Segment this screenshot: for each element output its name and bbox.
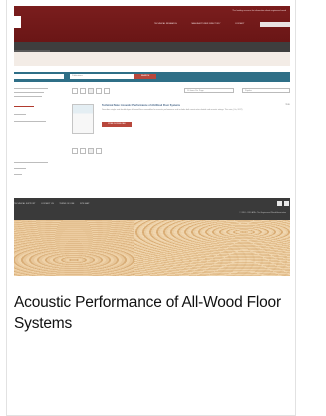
thumb-document-image (72, 104, 94, 134)
thumb-header: The leading resource for information abo… (14, 6, 290, 42)
thumb-type-select: Publications (70, 74, 134, 79)
thumb-top-link: TECHNICAL RESEARCH (154, 23, 177, 25)
thumb-pager (72, 88, 112, 96)
thumb-sort-select: Popular (242, 88, 290, 93)
thumb-per-page-select: 10 Items Per Page (184, 88, 234, 93)
thumb-page-box (88, 148, 94, 154)
thumb-result-meta: TD/D (285, 104, 290, 106)
thumb-download-button: FREE DOWNLOAD (102, 122, 132, 127)
thumb-results: 10 Items Per Page Popular Technical Note… (72, 88, 290, 198)
thumb-page-box (96, 148, 102, 154)
card-title[interactable]: Acoustic Performance of All-Wood Floor S… (14, 292, 290, 334)
thumb-search-button: SEARCH (134, 74, 156, 79)
thumb-footer-link: CONTACT US (41, 203, 54, 205)
thumb-top-links: TECHNICAL RESEARCH MANUFACTURER DIRECTOR… (154, 23, 259, 25)
thumb-search-box (260, 22, 290, 27)
thumb-keyword-input (14, 74, 64, 79)
thumb-page-box (88, 88, 94, 94)
resource-card[interactable]: The leading resource for information abo… (0, 0, 326, 416)
thumb-side-line (14, 168, 26, 170)
thumb-tagline: The leading resource for information abo… (232, 10, 286, 12)
thumb-pager-bottom (72, 148, 112, 156)
thumb-footer-link: TERMS OF USE (59, 203, 75, 205)
wood-grain-overlay (134, 220, 290, 276)
thumb-top-link: CONTACT (235, 23, 245, 25)
thumb-nav: RESOURCE LIBRARY RESOURCE BUILD ABOUT US… (14, 42, 290, 60)
thumb-page-box (80, 88, 86, 94)
logo-icon (14, 16, 21, 28)
thumb-side-line (14, 96, 42, 98)
twitter-icon (284, 201, 289, 206)
thumb-footer-links: TECHNICAL SUPPORT CONTACT US TERMS OF US… (14, 203, 94, 205)
thumb-page-box (72, 148, 78, 154)
thumb-result-title: Technical Note: Acoustic Performance of … (102, 104, 181, 107)
thumb-page-box (80, 148, 86, 154)
thumb-page-box (96, 88, 102, 94)
thumb-side-line (14, 88, 48, 90)
thumb-side-line (14, 114, 26, 116)
thumb-side-line (14, 162, 48, 164)
thumb-banner (14, 52, 290, 66)
thumb-side-heading (14, 106, 34, 108)
card-thumbnail[interactable]: The leading resource for information abo… (14, 6, 290, 276)
thumb-side-line (14, 92, 44, 94)
thumb-top-link: MANUFACTURER DIRECTORY (191, 23, 221, 25)
thumb-sidebar (14, 86, 66, 196)
thumb-result-desc: Describes single- and double-layer all-w… (102, 109, 243, 111)
thumb-page-box (72, 88, 78, 94)
thumb-footer-link: TECHNICAL SUPPORT (14, 203, 36, 205)
facebook-icon (277, 201, 282, 206)
thumb-copyright: © 2018 - 2019 APA - The Engineered Wood … (239, 212, 286, 214)
thumb-page-box (104, 88, 110, 94)
thumb-footer-link: SITE MAP (79, 203, 90, 205)
thumb-side-line (14, 121, 46, 123)
thumb-side-line (14, 174, 22, 176)
thumb-footer: TECHNICAL SUPPORT CONTACT US TERMS OF US… (14, 198, 290, 220)
